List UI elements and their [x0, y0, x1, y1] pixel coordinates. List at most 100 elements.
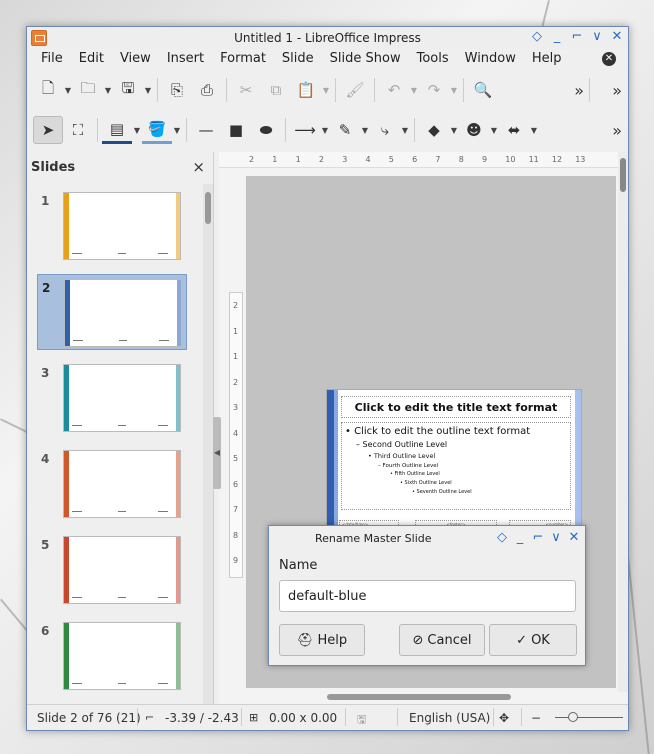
outline-level-7: • Seventh Outline Level: [412, 489, 472, 495]
chevron-down-icon[interactable]: ▼: [529, 126, 539, 135]
chevron-down-icon[interactable]: ▼: [489, 126, 499, 135]
zoom-slider[interactable]: [555, 717, 623, 718]
slide-thumbnail-3[interactable]: 3: [37, 360, 187, 436]
clone-formatting-icon[interactable]: 🖌: [340, 76, 370, 104]
ellipse-icon[interactable]: ⬬: [251, 116, 281, 144]
chevron-down-icon[interactable]: ▼: [132, 126, 142, 135]
slide-thumbnail-6[interactable]: 6: [37, 618, 187, 694]
line-tool-icon[interactable]: —: [191, 116, 221, 144]
close-dialog-button[interactable]: ✕: [567, 530, 581, 546]
fit-slide-icon[interactable]: ✥: [499, 711, 509, 725]
chevron-down-icon[interactable]: ▼: [449, 86, 459, 95]
outline-placeholder[interactable]: • Click to edit the outline text format …: [341, 422, 571, 510]
connector-icon[interactable]: ⤷: [370, 116, 400, 144]
edit-vertical-scrollbar[interactable]: [618, 152, 628, 692]
chevron-down-icon[interactable]: ▼: [409, 86, 419, 95]
chevron-down-icon[interactable]: ▼: [103, 86, 113, 95]
print-icon[interactable]: ⎙: [192, 76, 222, 104]
menu-tools[interactable]: Tools: [409, 49, 457, 69]
edit-horizontal-scrollbar[interactable]: [327, 694, 511, 700]
maximize-button[interactable]: ⌐: [570, 29, 584, 45]
new-document-icon[interactable]: 🗋: [33, 76, 63, 104]
redo-icon[interactable]: ↷: [419, 76, 449, 104]
chevron-down-icon[interactable]: ▼: [172, 126, 182, 135]
close-window-button[interactable]: ✕: [610, 29, 624, 45]
open-folder-icon[interactable]: 🗀: [73, 76, 103, 104]
block-arrows-icon[interactable]: ⬌: [499, 116, 529, 144]
chevron-down-icon[interactable]: ▼: [360, 126, 370, 135]
menu-insert[interactable]: Insert: [159, 49, 212, 69]
document-modified-icon[interactable]: 🖫: [357, 711, 366, 730]
symbol-shapes-icon[interactable]: ☻: [459, 116, 489, 144]
slide-thumbnail-5[interactable]: 5: [37, 532, 187, 608]
keep-above-button[interactable]: ◇: [495, 530, 509, 546]
arrow-line-icon[interactable]: ⟶: [290, 116, 320, 144]
save-icon[interactable]: 🖫: [113, 76, 143, 104]
toolbar-overflow-icon[interactable]: »: [612, 121, 622, 140]
menu-help[interactable]: Help: [524, 49, 570, 69]
slide-decoration: [334, 390, 338, 530]
help-button[interactable]: ⛑ Help: [279, 624, 365, 656]
collapse-pane-handle[interactable]: ◀: [213, 417, 221, 489]
menu-slide[interactable]: Slide: [274, 49, 322, 69]
curve-icon[interactable]: ✎: [330, 116, 360, 144]
zoom-out-icon[interactable]: −: [531, 711, 541, 725]
select-pointer-icon[interactable]: ➤: [33, 116, 63, 144]
zoom-slider-knob[interactable]: [568, 712, 578, 722]
title-placeholder[interactable]: Click to edit the title text format: [341, 396, 571, 418]
slide-thumbnail-2[interactable]: 2: [37, 274, 187, 350]
fill-color-icon[interactable]: 🪣: [142, 116, 172, 144]
close-document-icon[interactable]: ✕: [602, 52, 616, 66]
minimize-button[interactable]: _: [550, 29, 564, 45]
chevron-down-icon[interactable]: ▼: [449, 126, 459, 135]
cut-icon[interactable]: ✂: [231, 76, 261, 104]
separator: [463, 78, 464, 102]
slides-pane-scrollbar[interactable]: [203, 184, 213, 704]
scrollbar-thumb[interactable]: [620, 158, 626, 192]
undo-icon[interactable]: ↶: [379, 76, 409, 104]
chevron-down-icon[interactable]: ▼: [63, 86, 73, 95]
toolbar-overflow-icon[interactable]: »: [574, 81, 584, 100]
copy-icon[interactable]: ⧉: [261, 76, 291, 104]
shade-button[interactable]: ∨: [549, 530, 563, 546]
scrollbar-thumb[interactable]: [205, 192, 211, 224]
menu-view[interactable]: View: [112, 49, 159, 69]
slide-decoration: [176, 623, 180, 689]
separator: [414, 118, 415, 142]
slide-thumbnail-1[interactable]: 1: [37, 188, 187, 264]
cancel-button[interactable]: ⊘ Cancel: [399, 624, 485, 656]
close-pane-icon[interactable]: ×: [192, 158, 205, 176]
rectangle-icon[interactable]: ■: [221, 116, 251, 144]
toolbar-overflow-icon[interactable]: »: [612, 81, 622, 100]
paste-icon[interactable]: 📋: [291, 76, 321, 104]
maximize-button[interactable]: ⌐: [531, 530, 545, 546]
slides-pane: Slides × 1 2 3 4 5 6: [27, 152, 214, 704]
export-pdf-icon[interactable]: ⎘: [162, 76, 192, 104]
language-status[interactable]: English (USA): [409, 711, 490, 725]
menu-format[interactable]: Format: [212, 49, 274, 69]
slide-preview: [63, 364, 181, 432]
shade-button[interactable]: ∨: [590, 29, 604, 45]
keep-above-button[interactable]: ◇: [530, 29, 544, 45]
slide-count-status: Slide 2 of 76 (21): [37, 711, 141, 725]
chevron-down-icon[interactable]: ▼: [321, 86, 331, 95]
slide-thumbnail-4[interactable]: 4: [37, 446, 187, 522]
menu-window[interactable]: Window: [457, 49, 524, 69]
menu-slide-show[interactable]: Slide Show: [322, 49, 409, 69]
separator: [97, 118, 98, 142]
master-slide[interactable]: Click to edit the title text format • Cl…: [326, 389, 582, 531]
minimize-button[interactable]: _: [513, 530, 527, 546]
zoom-pan-icon[interactable]: ⛶: [63, 116, 93, 144]
basic-shapes-icon[interactable]: ◆: [419, 116, 449, 144]
slides-pane-title: Slides: [31, 160, 76, 175]
chevron-down-icon[interactable]: ▼: [320, 126, 330, 135]
slide-decoration: [64, 193, 69, 259]
chevron-down-icon[interactable]: ▼: [400, 126, 410, 135]
ok-button[interactable]: ✓ OK: [489, 624, 577, 656]
menu-file[interactable]: File: [33, 49, 71, 69]
menu-edit[interactable]: Edit: [71, 49, 112, 69]
name-input[interactable]: [279, 580, 576, 612]
find-replace-icon[interactable]: 🔍: [468, 76, 498, 104]
line-color-icon[interactable]: ▤: [102, 116, 132, 144]
chevron-down-icon[interactable]: ▼: [143, 86, 153, 95]
